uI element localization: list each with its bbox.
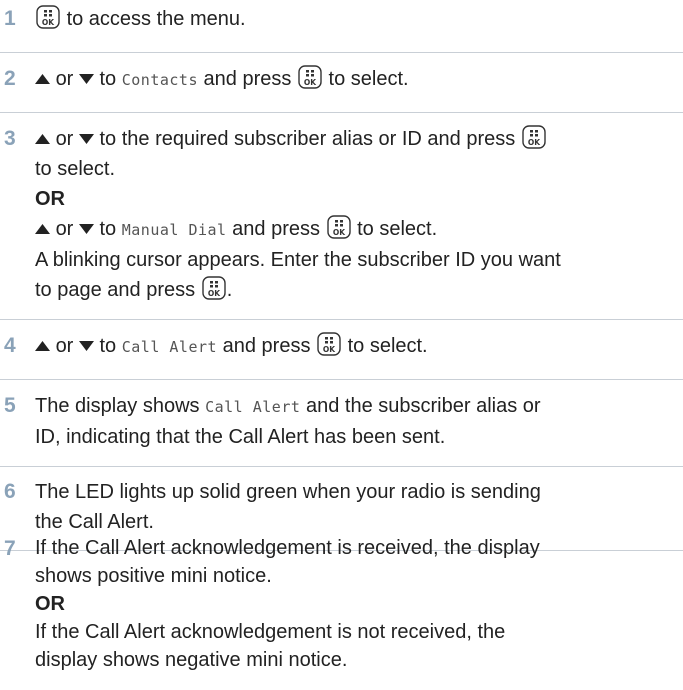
- menu-item-contacts: Contacts: [121, 71, 198, 89]
- or-heading: OR: [35, 188, 65, 210]
- svg-text:OK: OK: [304, 78, 317, 87]
- step-text: to select.: [35, 158, 116, 180]
- svg-text:OK: OK: [332, 228, 345, 237]
- svg-text:OK: OK: [42, 18, 55, 27]
- step-text: to the required subscriber alias or ID a…: [99, 128, 516, 150]
- step-number: 2: [4, 67, 16, 90]
- or-text: or: [55, 218, 74, 240]
- select-text: to select.: [328, 68, 409, 90]
- select-text: to select.: [357, 218, 438, 240]
- step-number: 3: [4, 127, 16, 150]
- menu-ok-button-icon: OK: [298, 65, 322, 89]
- select-text: to select.: [347, 335, 428, 357]
- or-text: or: [55, 68, 74, 90]
- down-arrow-icon: [78, 74, 94, 84]
- step-text: A blinking cursor appears. Enter the sub…: [35, 249, 561, 271]
- step-number: 6: [4, 480, 16, 503]
- step-text: the Call Alert.: [35, 511, 154, 533]
- or-text: or: [55, 335, 74, 357]
- divider: [0, 466, 683, 467]
- svg-text:OK: OK: [208, 289, 221, 298]
- display-text-call-alert: Call Alert: [205, 398, 301, 416]
- to-text: to: [99, 218, 117, 240]
- step-text: shows positive mini notice.: [35, 565, 272, 587]
- down-arrow-icon: [78, 134, 94, 144]
- divider: [0, 52, 683, 53]
- menu-ok-button-icon: OK: [317, 332, 341, 356]
- svg-text:OK: OK: [528, 138, 541, 147]
- step-text: The LED lights up solid green when your …: [35, 481, 541, 503]
- divider: [0, 112, 683, 113]
- up-arrow-icon: [35, 341, 50, 351]
- or-heading: OR: [35, 593, 65, 615]
- step-text: If the Call Alert acknowledgement is not…: [35, 621, 506, 643]
- down-arrow-icon: [78, 224, 94, 234]
- down-arrow-icon: [78, 341, 94, 351]
- menu-ok-button-icon: OK: [326, 215, 351, 239]
- step-text: display shows negative mini notice.: [35, 649, 348, 671]
- menu-ok-button-icon: OK: [201, 276, 226, 300]
- step-number: 5: [4, 394, 16, 417]
- divider: [0, 319, 683, 320]
- menu-item-call-alert: Call Alert: [121, 338, 218, 356]
- step-text: The display shows: [35, 395, 200, 417]
- step-text: If the Call Alert acknowledgement is rec…: [35, 537, 540, 559]
- step-number: 1: [4, 7, 16, 30]
- up-arrow-icon: [35, 224, 50, 234]
- or-text: or: [55, 128, 74, 150]
- press-text: and press: [222, 335, 311, 357]
- menu-ok-button-icon: OK: [522, 125, 546, 149]
- menu-item-manual-dial: Manual Dial: [121, 221, 227, 239]
- step-number: 4: [4, 334, 16, 357]
- step-number: 7: [4, 537, 16, 560]
- press-text: and press: [203, 68, 292, 90]
- divider: [0, 379, 683, 380]
- step-text: ID, indicating that the Call Alert has b…: [35, 426, 446, 448]
- period-text: .: [226, 279, 233, 301]
- to-text: to: [99, 335, 117, 357]
- step-text: to access the menu.: [66, 8, 246, 30]
- to-text: to: [99, 68, 117, 90]
- up-arrow-icon: [35, 134, 50, 144]
- svg-text:OK: OK: [323, 345, 336, 354]
- menu-ok-button-icon: OK: [36, 5, 60, 29]
- press-text: and press: [232, 218, 320, 240]
- step-text: to page and press: [35, 279, 196, 301]
- up-arrow-icon: [35, 74, 50, 84]
- step-text: and the subscriber alias or: [305, 395, 541, 417]
